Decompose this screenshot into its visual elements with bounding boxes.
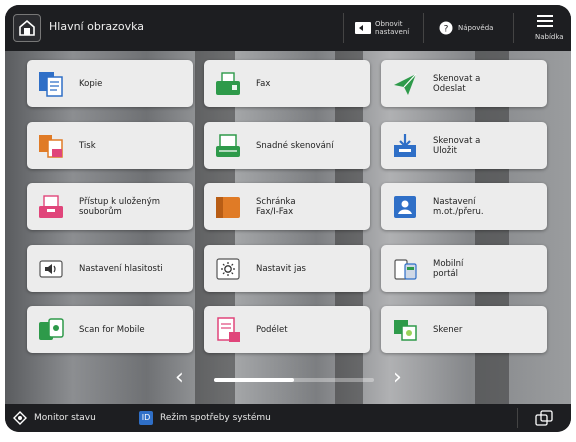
scan-mobile-icon xyxy=(39,318,64,340)
tile-settings[interactable]: Nastavení m.ot./přeru. xyxy=(381,183,547,230)
tile-label: Skenovat a Odeslat xyxy=(433,73,481,94)
tile-label: Scan for Mobile xyxy=(79,324,145,335)
stored-files-icon xyxy=(39,195,63,218)
reset-icon xyxy=(355,22,371,34)
tile-label: Kopie xyxy=(79,78,103,89)
scanner-icon xyxy=(394,320,417,341)
tile-label: Skenovat a Uložit xyxy=(433,135,481,156)
divider xyxy=(343,13,344,43)
brightness-icon xyxy=(216,258,240,280)
power-mode-indicator[interactable]: ID Režim spotřeby systému xyxy=(139,404,271,432)
tile-label: Mobilní portál xyxy=(433,258,464,279)
scan-save-icon xyxy=(394,134,416,157)
help-icon: ? xyxy=(439,21,453,35)
status-monitor-label: Monitor stavu xyxy=(34,413,96,423)
tile-copy[interactable]: Kopie xyxy=(27,60,193,107)
tile-fax[interactable]: Fax xyxy=(204,60,370,107)
tile-fax-inbox[interactable]: Schránka Fax/I-Fax xyxy=(204,183,370,230)
tile-volume[interactable]: Nastavení hlasitosti xyxy=(27,245,193,292)
tile-document[interactable]: Podélet xyxy=(204,306,370,353)
scan-send-icon xyxy=(394,73,417,95)
volume-icon xyxy=(39,260,63,278)
easy-scan-icon xyxy=(216,134,240,157)
tile-brightness[interactable]: Nastavit jas xyxy=(204,245,370,292)
tile-label: Fax xyxy=(256,78,271,89)
previous-page-arrow[interactable]: ‹ xyxy=(175,367,184,389)
menu-label: Nabídka xyxy=(535,33,564,41)
tile-scan-and-save[interactable]: Skenovat a Uložit xyxy=(381,122,547,169)
divider xyxy=(423,13,424,43)
tile-label: Nastavení m.ot./přeru. xyxy=(433,196,484,217)
top-bar: Hlavní obrazovka Obnovit nastavení ? Náp… xyxy=(5,5,571,51)
fax-icon xyxy=(216,72,240,95)
tile-label: Přístup k uloženým souborům xyxy=(79,196,161,217)
tile-label: Podélet xyxy=(256,324,288,335)
tile-print[interactable]: Tisk xyxy=(27,122,193,169)
tile-scanner[interactable]: Skener xyxy=(381,306,547,353)
tile-label: Nastavení hlasitosti xyxy=(79,263,163,274)
tile-mobile-portal[interactable]: Mobilní portál xyxy=(381,245,547,292)
copy-icon xyxy=(39,72,63,97)
home-icon xyxy=(19,19,35,36)
tile-label: Skener xyxy=(433,324,463,335)
power-mode-icon: ID xyxy=(139,411,153,425)
menu-button[interactable]: Nabídka xyxy=(519,5,571,51)
print-icon xyxy=(39,135,63,158)
tile-scan-and-send[interactable]: Skenovat a Odeslat xyxy=(381,60,547,107)
mobile-portal-icon xyxy=(394,259,417,280)
document-icon xyxy=(217,317,240,342)
device-switch-icon xyxy=(535,410,553,426)
svg-text:?: ? xyxy=(444,25,449,35)
menu-icon xyxy=(537,15,553,27)
divider xyxy=(517,408,518,428)
page-scrollbar-thumb[interactable] xyxy=(214,378,294,382)
help-button[interactable]: ? Nápověda xyxy=(429,5,507,51)
reset-settings-button[interactable]: Obnovit nastavení xyxy=(349,5,419,51)
bottom-bar: Monitor stavu ID Režim spotřeby systému xyxy=(5,404,571,432)
tile-label: Schránka Fax/I-Fax xyxy=(256,196,296,217)
divider xyxy=(513,13,514,43)
device-switch-button[interactable] xyxy=(535,404,553,432)
settings-icon xyxy=(394,196,416,218)
status-monitor-icon xyxy=(13,411,27,425)
screen-title: Hlavní obrazovka xyxy=(49,20,145,33)
tile-label: Tisk xyxy=(79,140,96,151)
tile-label: Snadné skenování xyxy=(256,140,334,151)
tile-scan-for-mobile[interactable]: Scan for Mobile xyxy=(27,306,193,353)
home-button[interactable] xyxy=(13,14,41,42)
fax-inbox-icon xyxy=(216,197,240,218)
help-label: Nápověda xyxy=(458,24,494,32)
tile-easy-scan[interactable]: Snadné skenování xyxy=(204,122,370,169)
next-page-arrow[interactable]: › xyxy=(393,367,402,389)
tile-label: Nastavit jas xyxy=(256,263,306,274)
status-monitor-button[interactable]: Monitor stavu xyxy=(13,404,96,432)
power-mode-label: Režim spotřeby systému xyxy=(160,413,271,423)
printer-home-screen: Hlavní obrazovka Obnovit nastavení ? Náp… xyxy=(5,5,571,432)
tile-stored-files[interactable]: Přístup k uloženým souborům xyxy=(27,183,193,230)
reset-settings-label: Obnovit nastavení xyxy=(375,20,410,36)
page-scrollbar[interactable] xyxy=(214,378,374,382)
